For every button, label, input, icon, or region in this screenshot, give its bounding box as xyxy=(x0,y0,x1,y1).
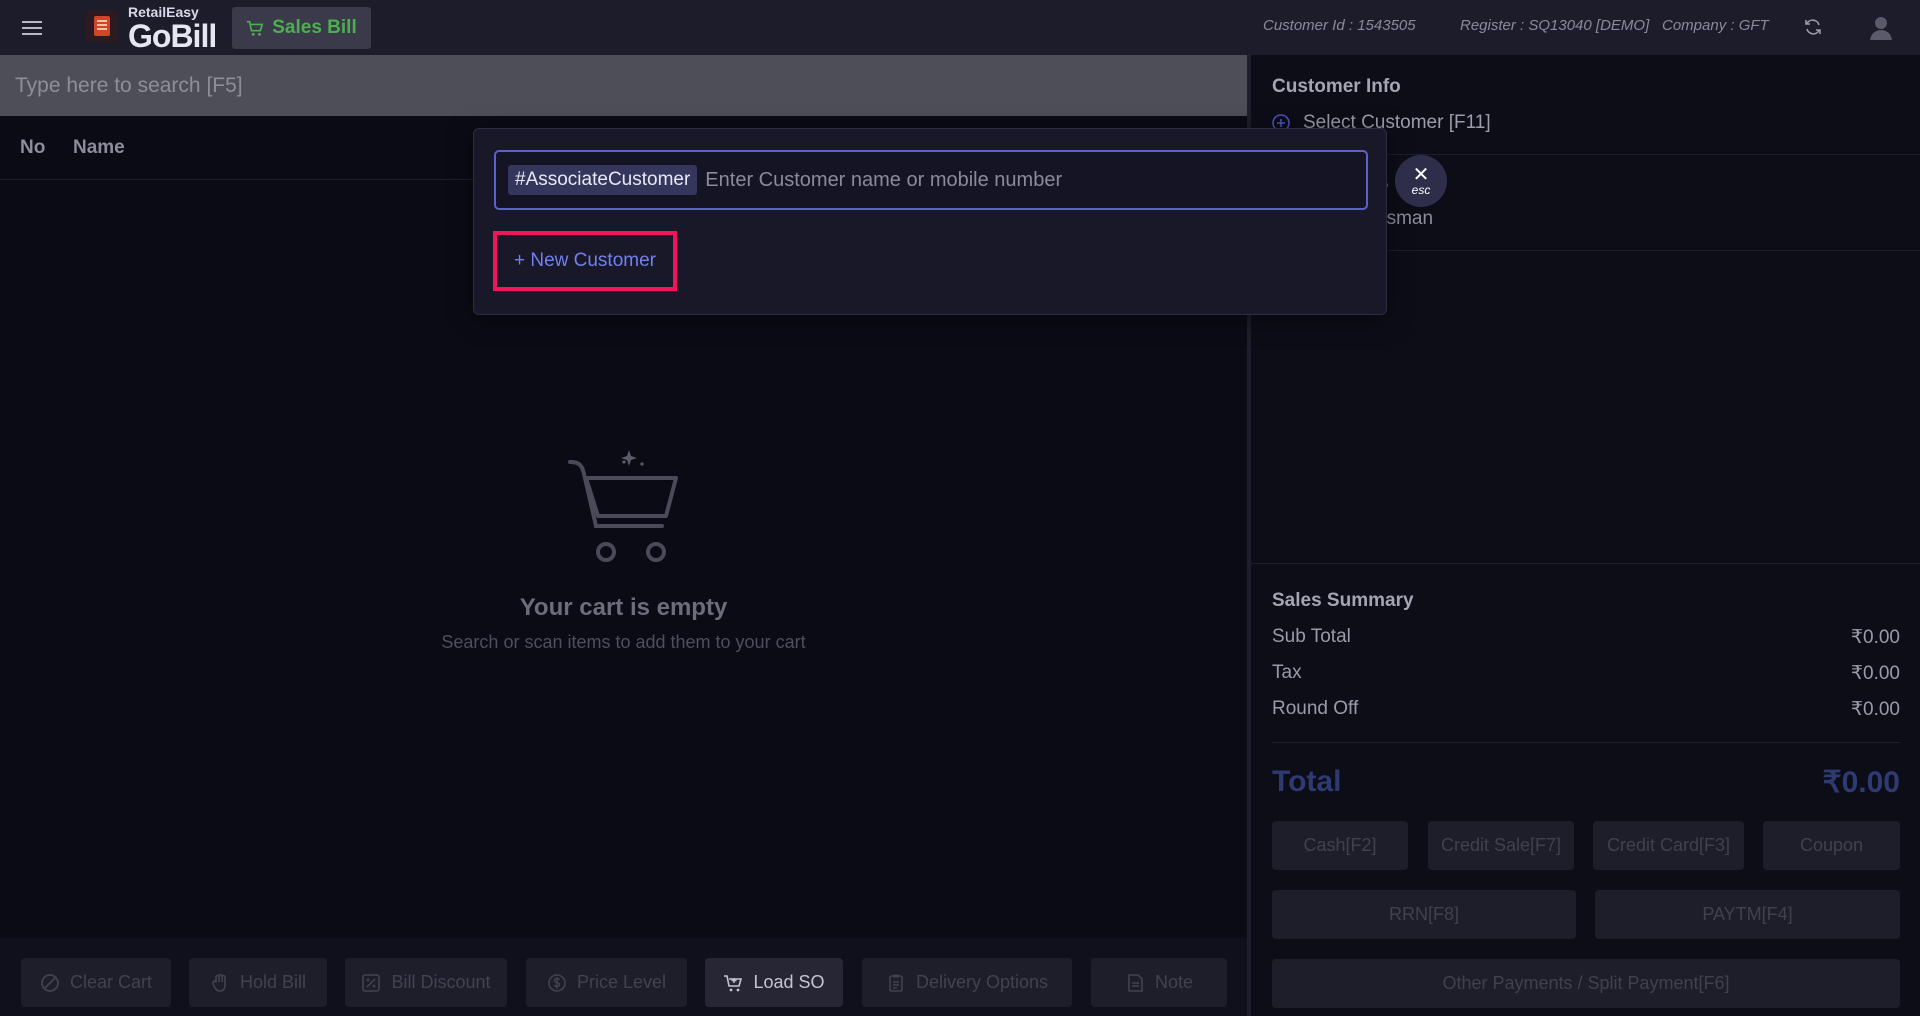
price-icon xyxy=(548,973,566,992)
delivery-options-label: Delivery Options xyxy=(915,972,1049,992)
cart-actions-bar: Clear Cart Hold Bill Bill Discount Price… xyxy=(0,938,1247,1016)
item-search-input[interactable] xyxy=(0,55,1247,116)
total-row: Total ₹0.00 xyxy=(1272,765,1900,800)
hamburger-icon xyxy=(22,20,42,35)
hamburger-menu-button[interactable] xyxy=(0,0,64,55)
paytm-button[interactable]: PAYTM[F4] xyxy=(1595,890,1900,939)
bill-discount-label: Bill Discount xyxy=(391,972,491,992)
price-level-label: Price Level xyxy=(576,972,667,992)
tax-label: Tax xyxy=(1272,662,1302,683)
sales-summary-title: Sales Summary xyxy=(1272,590,1414,611)
round-off-row: Round Off ₹0.00 xyxy=(1272,698,1900,721)
total-label: Total xyxy=(1272,765,1342,798)
hold-bill-button[interactable]: Hold Bill xyxy=(189,958,327,1007)
refresh-icon xyxy=(1805,19,1821,35)
price-level-button[interactable]: Price Level xyxy=(526,958,687,1007)
refresh-button[interactable] xyxy=(1800,14,1826,40)
tax-row: Tax ₹0.00 xyxy=(1272,662,1900,685)
customer-id-label: Customer Id : 1543505 xyxy=(1263,17,1416,34)
ban-icon xyxy=(41,973,59,992)
user-avatar[interactable] xyxy=(1866,12,1896,42)
sub-total-label: Sub Total xyxy=(1272,626,1351,647)
register-label: Register : SQ13040 [DEMO] xyxy=(1460,17,1650,34)
coupon-button[interactable]: Coupon xyxy=(1763,821,1900,870)
company-label: Company : GFT xyxy=(1662,17,1769,34)
separator xyxy=(1251,563,1920,564)
credit-card-button[interactable]: Credit Card[F3] xyxy=(1593,821,1744,870)
esc-hint: esc xyxy=(1411,182,1431,197)
hold-bill-label: Hold Bill xyxy=(239,972,307,992)
tax-value: ₹0.00 xyxy=(1850,663,1900,684)
round-off-label: Round Off xyxy=(1272,698,1359,719)
empty-cart-title: Your cart is empty xyxy=(519,594,728,621)
separator xyxy=(1272,742,1900,743)
app-logo: RetailEasy GoBill xyxy=(84,4,217,54)
close-modal-button[interactable]: ✕ esc xyxy=(1395,155,1447,207)
bill-discount-button[interactable]: Bill Discount xyxy=(345,958,507,1007)
cart-icon xyxy=(247,20,264,36)
new-customer-button[interactable]: + New Customer xyxy=(493,231,677,291)
note-icon xyxy=(1128,973,1143,992)
clipboard-icon xyxy=(889,974,903,992)
discount-icon xyxy=(362,973,381,992)
split-payment-button[interactable]: Other Payments / Split Payment[F6] xyxy=(1272,959,1900,1008)
load-so-button[interactable]: Load SO xyxy=(705,958,843,1007)
col-name-header: Name xyxy=(73,136,125,158)
sub-total-row: Sub Total ₹0.00 xyxy=(1272,626,1900,649)
rrn-button[interactable]: RRN[F8] xyxy=(1272,890,1576,939)
customer-search-field[interactable]: #AssociateCustomer xyxy=(494,150,1368,210)
col-no-header: No xyxy=(20,136,46,158)
clear-cart-button[interactable]: Clear Cart xyxy=(21,958,171,1007)
load-so-label: Load SO xyxy=(753,972,825,992)
empty-cart-subtitle: Search or scan items to add them to your… xyxy=(441,632,806,652)
top-bar: RetailEasy GoBill Sales Bill Customer Id… xyxy=(0,0,1920,55)
clear-cart-label: Clear Cart xyxy=(69,972,153,992)
empty-cart-state: Your cart is empty Search or scan items … xyxy=(0,440,1247,653)
sales-bill-button[interactable]: Sales Bill xyxy=(232,7,371,49)
close-icon: ✕ xyxy=(1412,163,1430,186)
total-value: ₹0.00 xyxy=(1822,766,1900,799)
customer-info-title: Customer Info xyxy=(1272,76,1401,97)
customer-search-input[interactable] xyxy=(705,168,1366,192)
sales-bill-label: Sales Bill xyxy=(272,17,357,38)
brand-big: GoBill xyxy=(128,18,217,54)
round-off-value: ₹0.00 xyxy=(1850,699,1900,720)
cart-plus-icon xyxy=(724,974,743,991)
associate-customer-modal: #AssociateCustomer + New Customer xyxy=(473,128,1387,315)
item-search-bar[interactable] xyxy=(0,55,1247,116)
delivery-options-button[interactable]: Delivery Options xyxy=(862,958,1072,1007)
logo-mark-icon xyxy=(86,10,118,42)
associate-customer-tag: #AssociateCustomer xyxy=(508,165,698,195)
hand-icon xyxy=(212,973,226,992)
note-button[interactable]: Note xyxy=(1091,958,1227,1007)
user-icon xyxy=(1870,17,1892,40)
sub-total-value: ₹0.00 xyxy=(1850,627,1900,648)
cash-button[interactable]: Cash[F2] xyxy=(1272,821,1408,870)
note-label: Note xyxy=(1154,972,1194,992)
empty-cart-icon xyxy=(567,450,678,562)
credit-sale-button[interactable]: Credit Sale[F7] xyxy=(1428,821,1574,870)
